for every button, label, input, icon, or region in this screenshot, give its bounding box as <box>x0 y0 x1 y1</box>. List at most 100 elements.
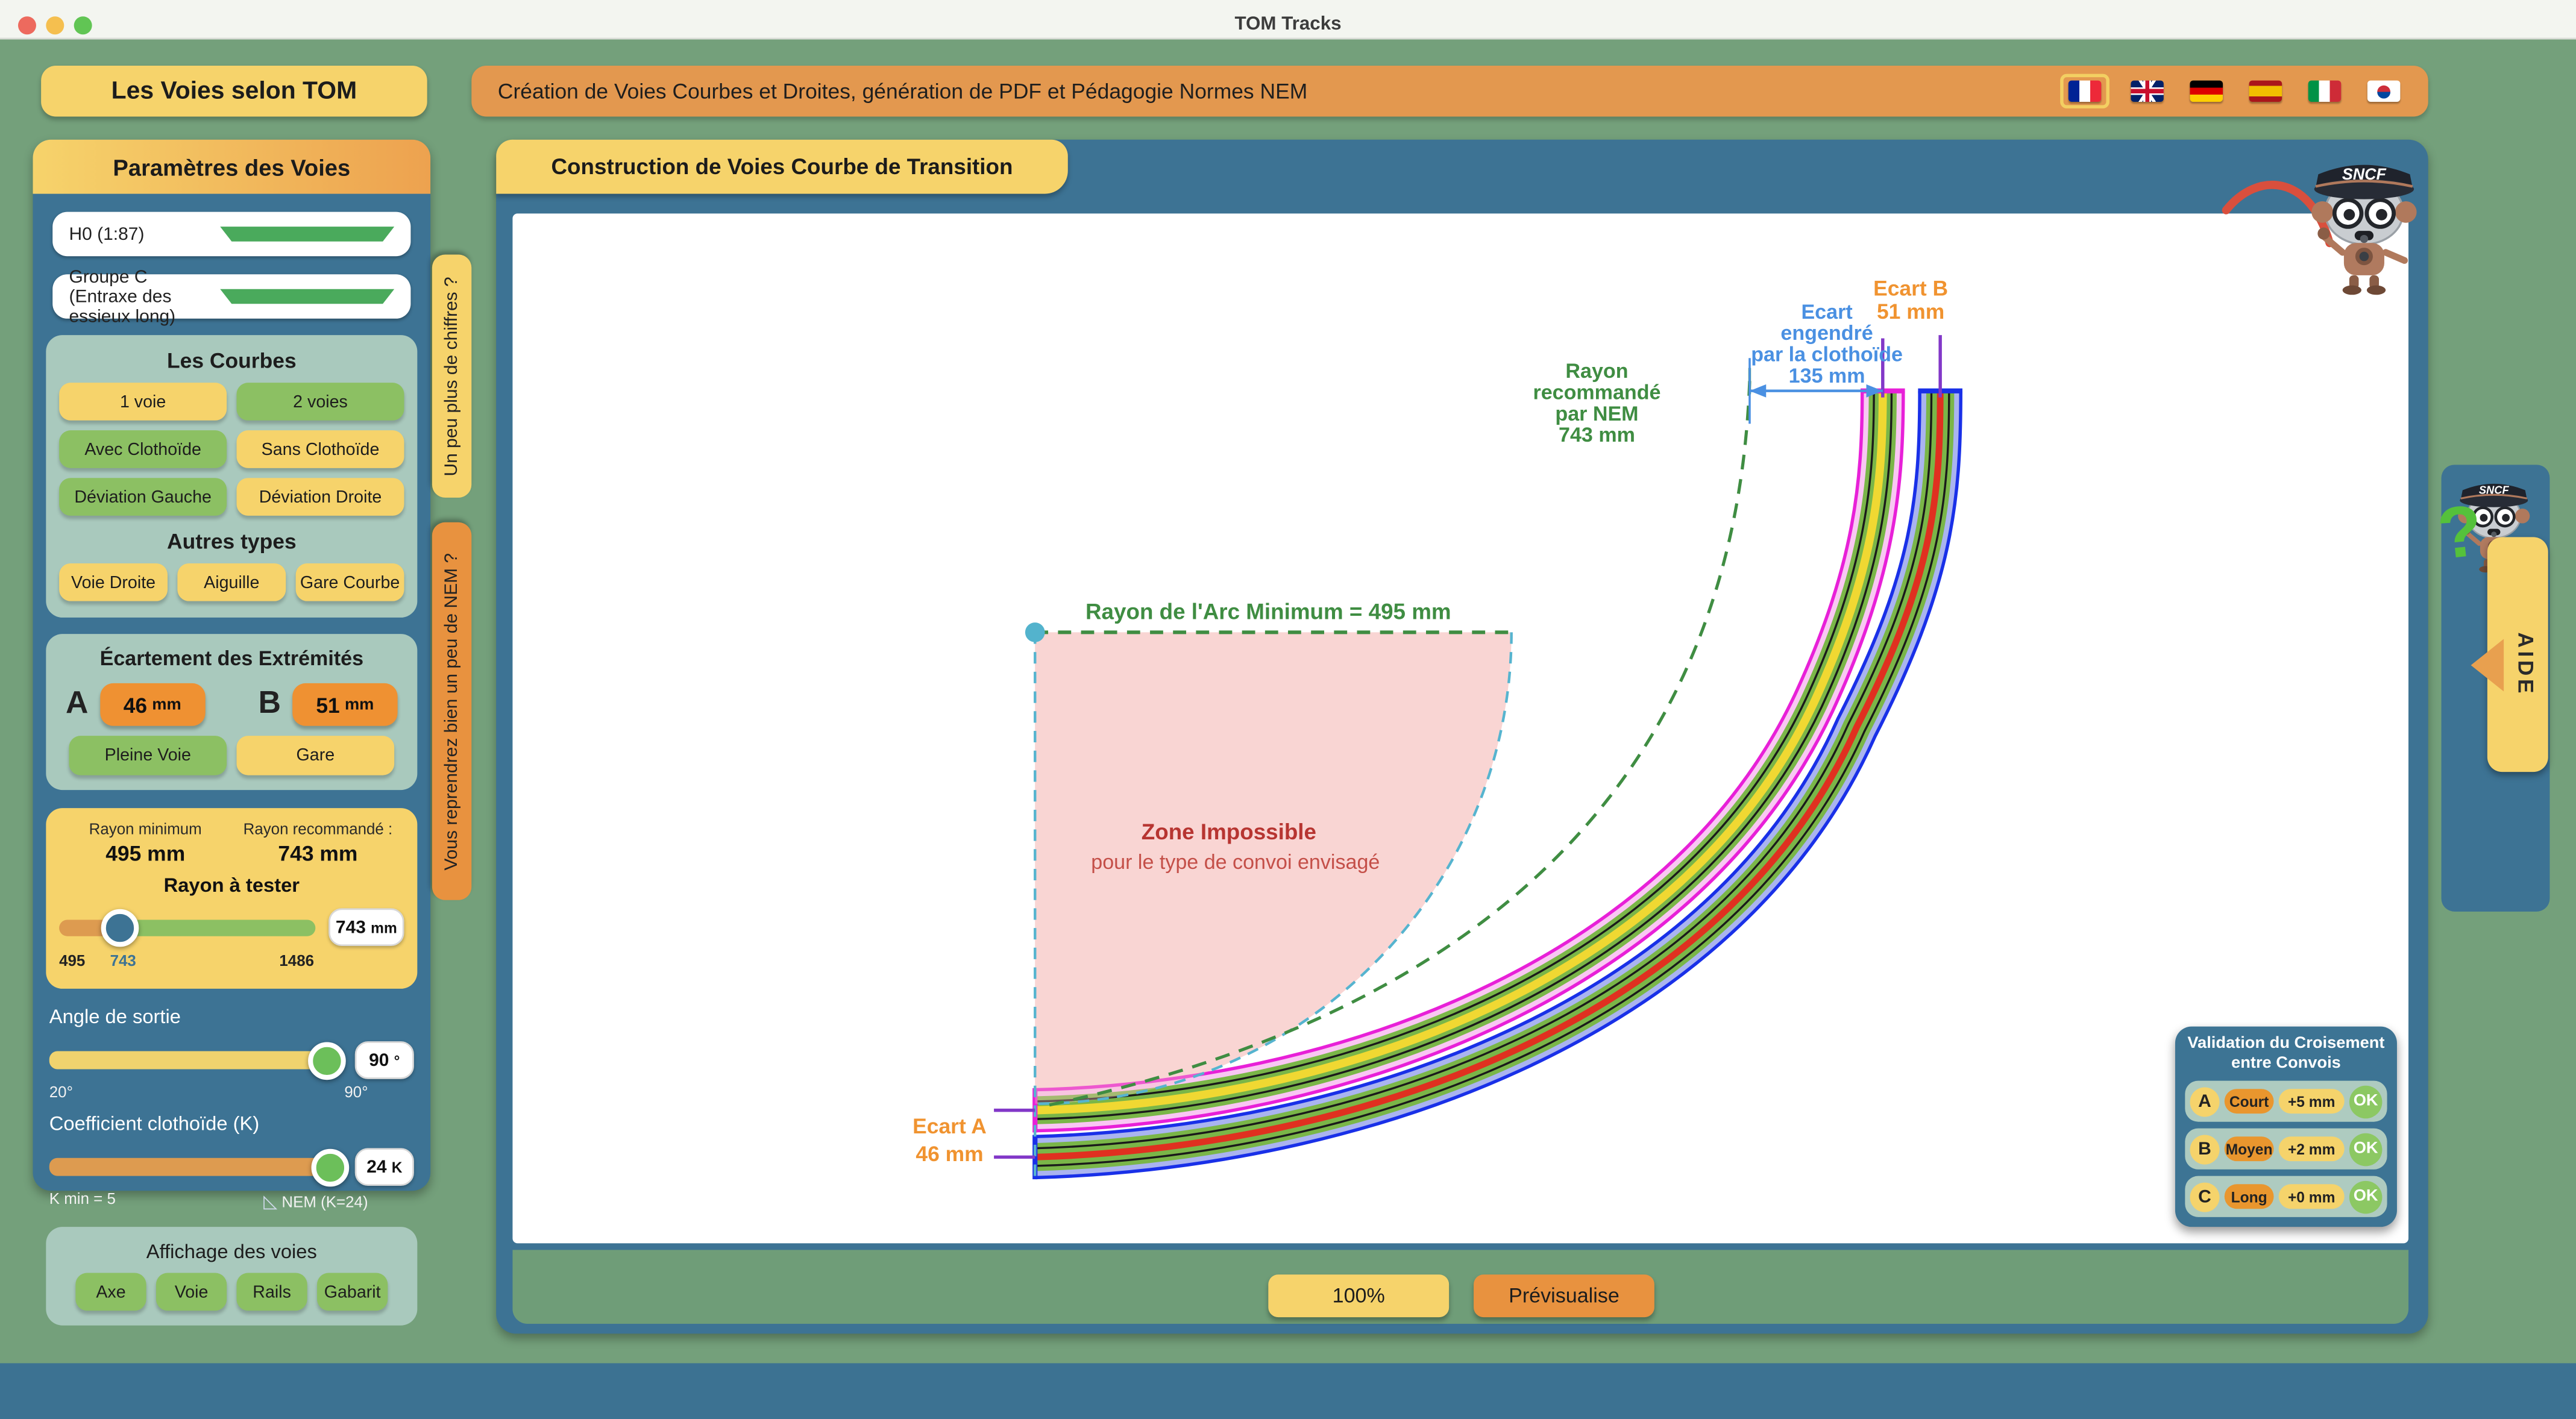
radius-scale-current: 743 <box>110 953 136 971</box>
curves-title: Les Courbes <box>59 348 404 373</box>
track-diagram: Rayon de l'Arc Minimum = 495 mm Zone Imp… <box>512 213 2408 1243</box>
validation-row-b: B Moyen +2 mm OK <box>2185 1129 2387 1170</box>
radius-value-field[interactable]: 743mm <box>328 908 404 946</box>
bottom-band <box>0 1363 2576 1419</box>
svg-text:par la clothoïde: par la clothoïde <box>1751 343 1903 366</box>
validation-panel: Validation du Croisement entre Convois A… <box>2175 1027 2397 1227</box>
drawing-title: Construction de Voies Courbe de Transiti… <box>496 140 1068 194</box>
app-title: Les Voies selon TOM <box>41 66 427 116</box>
flag-united-kingdom-icon[interactable] <box>2126 77 2169 105</box>
validation-title-line1: Validation du Croisement <box>2175 1035 2397 1054</box>
display-gabarit-button[interactable]: Gabarit <box>317 1273 388 1311</box>
validation-title-line2: entre Convois <box>2175 1054 2397 1074</box>
convoy-type-badge: Long <box>2225 1184 2274 1209</box>
arrow-left-icon <box>2471 639 2504 691</box>
clothoid-slider[interactable] <box>49 1158 345 1176</box>
status-badge: OK <box>2349 1132 2383 1165</box>
flag-spain-icon[interactable] <box>2244 77 2287 105</box>
window-title: TOM Tracks <box>0 15 2576 35</box>
tab-more-numbers[interactable]: Un peu plus de chiffres ? <box>432 254 471 497</box>
canvas-footer: 100% Prévisualise <box>512 1250 2408 1324</box>
radius-slider[interactable] <box>59 919 315 935</box>
scale-select-value: H0 (1:87) <box>69 224 220 244</box>
convoy-letter: C <box>2190 1182 2219 1211</box>
ecart-a-value[interactable]: 46mm <box>100 683 205 726</box>
other-types-title: Autres types <box>59 529 404 554</box>
clothoid-label: Coefficient clothoïde (K) <box>49 1112 414 1135</box>
flag-germany-icon[interactable] <box>2185 77 2228 105</box>
angle-slider-thumb[interactable] <box>309 1041 347 1079</box>
language-switcher <box>2060 66 2405 116</box>
svg-text:743 mm: 743 mm <box>1559 424 1635 446</box>
convoy-delta-badge: +5 mm <box>2279 1089 2345 1114</box>
top-banner: Création de Voies Courbes et Droites, gé… <box>471 66 2428 116</box>
radius-test-label: Rayon à tester <box>59 874 404 897</box>
group-select[interactable]: Groupe C (Entraxe des essieux long) <box>52 274 410 319</box>
question-mark-icon: ? <box>2434 490 2486 577</box>
convoy-delta-badge: +0 mm <box>2279 1184 2345 1209</box>
scale-select[interactable]: H0 (1:87) <box>52 212 410 257</box>
status-badge: OK <box>2349 1085 2383 1118</box>
min-radius-label: Rayon de l'Arc Minimum = 495 mm <box>1085 600 1451 624</box>
ends-title: Écartement des Extrémités <box>59 647 404 670</box>
banner-text: Création de Voies Courbes et Droites, gé… <box>498 79 1307 104</box>
set-square-icon: ◺ <box>263 1192 277 1212</box>
window-titlebar: TOM Tracks <box>0 0 2576 39</box>
zoom-level-button[interactable]: 100% <box>1268 1274 1449 1317</box>
svg-text:Rayon: Rayon <box>1565 360 1628 383</box>
angle-max: 90° <box>344 1084 368 1102</box>
ecart-a-label: A <box>66 686 88 722</box>
recommended-radius-label: Rayon recommandé par NEM 743 mm <box>1533 360 1660 446</box>
tab-nem-help[interactable]: Vous reprendrez bien un peu de NEM ? <box>432 522 471 900</box>
group-select-value: Groupe C (Entraxe des essieux long) <box>69 267 220 326</box>
radius-scale-min: 495 <box>59 953 85 971</box>
voie-droite-button[interactable]: Voie Droite <box>59 563 168 601</box>
radius-scale-max: 1486 <box>279 953 314 971</box>
angle-min: 20° <box>49 1084 73 1102</box>
ecart-b-value[interactable]: 51mm <box>292 683 397 726</box>
flag-italy-icon[interactable] <box>2304 77 2346 105</box>
display-rails-button[interactable]: Rails <box>237 1273 307 1311</box>
zone-impossible-label: Zone Impossible <box>1142 819 1316 844</box>
curves-1voie-button[interactable]: 1 voie <box>59 383 227 421</box>
zone-impossible-sublabel: pour le type de convoi envisagé <box>1091 851 1380 874</box>
pleine-voie-button[interactable]: Pleine Voie <box>69 736 227 775</box>
clothoid-value-field[interactable]: 24K <box>355 1148 414 1186</box>
radius-min-label: Rayon minimum <box>59 821 231 839</box>
curves-sans-clothoide-button[interactable]: Sans Clothoïde <box>237 430 404 468</box>
curves-2voies-button[interactable]: 2 voies <box>237 383 404 421</box>
convoy-letter: B <box>2190 1134 2219 1164</box>
curves-card: Les Courbes 1 voie 2 voies Avec Clothoïd… <box>46 335 417 618</box>
flag-south-korea-icon[interactable] <box>2363 77 2405 105</box>
display-card: Affichage des voies Axe Voie Rails Gabar… <box>46 1227 417 1326</box>
curves-deviation-droite-button[interactable]: Déviation Droite <box>237 478 404 516</box>
convoy-type-badge: Moyen <box>2225 1136 2274 1161</box>
radius-scale: 495 743 1486 <box>59 953 404 973</box>
clothoid-slider-thumb[interactable] <box>312 1148 350 1186</box>
display-axe-button[interactable]: Axe <box>75 1273 146 1311</box>
help-tab[interactable]: AIDE <box>2487 537 2548 772</box>
robot-mascot-top-icon <box>2297 145 2432 296</box>
angle-value-field[interactable]: 90° <box>355 1041 414 1079</box>
curves-deviation-gauche-button[interactable]: Déviation Gauche <box>59 478 227 516</box>
radius-slider-thumb[interactable] <box>102 908 140 946</box>
svg-text:51 mm: 51 mm <box>1877 299 1944 324</box>
gare-courbe-button[interactable]: Gare Courbe <box>296 563 404 601</box>
ecart-b-label: Ecart B 51 mm <box>1873 277 1948 324</box>
preview-button[interactable]: Prévisualise <box>1474 1274 1654 1317</box>
angle-slider[interactable] <box>49 1051 345 1070</box>
flag-france-icon[interactable] <box>2060 74 2109 108</box>
svg-text:recommandé: recommandé <box>1533 381 1660 404</box>
chevron-down-icon <box>220 227 394 242</box>
svg-text:par NEM: par NEM <box>1555 403 1638 425</box>
ecart-b-label: B <box>259 686 281 722</box>
display-voie-button[interactable]: Voie <box>156 1273 227 1311</box>
svg-text:engendré: engendré <box>1780 322 1873 345</box>
validation-row-a: A Court +5 mm OK <box>2185 1081 2387 1122</box>
svg-text:Ecart: Ecart <box>1801 301 1852 324</box>
convoy-delta-badge: +2 mm <box>2279 1136 2345 1161</box>
radius-min-value: 495 mm <box>59 841 231 866</box>
gare-button[interactable]: Gare <box>237 736 395 775</box>
aiguille-button[interactable]: Aiguille <box>177 563 286 601</box>
curves-avec-clothoide-button[interactable]: Avec Clothoïde <box>59 430 227 468</box>
